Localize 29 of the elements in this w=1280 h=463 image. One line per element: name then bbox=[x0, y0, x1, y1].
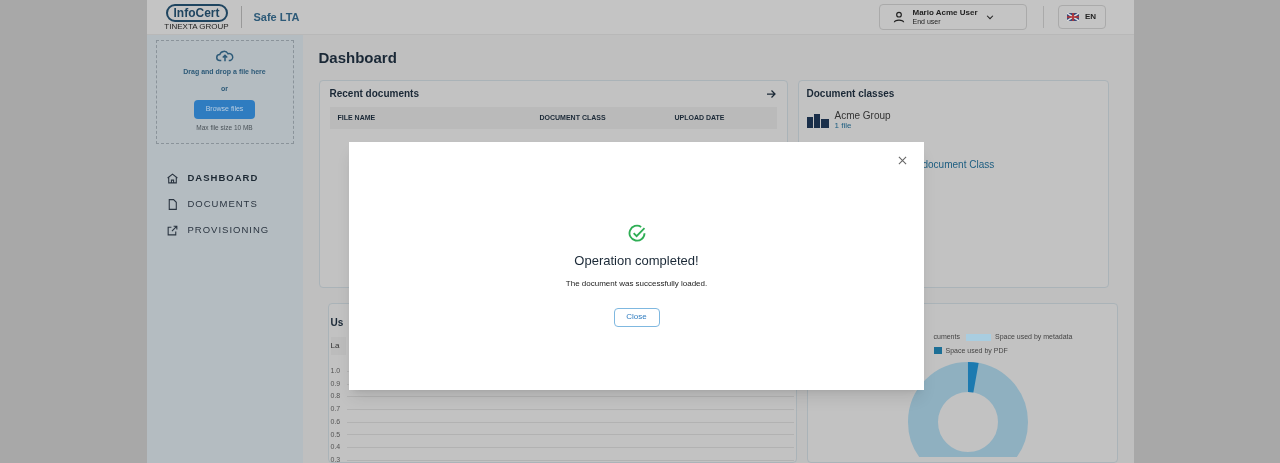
nav-item[interactable]: DASHBOARD bbox=[165, 170, 294, 186]
user-name: Mario Acme User bbox=[912, 8, 978, 17]
file-count: 1 file bbox=[834, 121, 853, 131]
cloud-upload-icon bbox=[215, 49, 234, 63]
class-name: Acme Group bbox=[834, 111, 891, 121]
period-select[interactable]: La bbox=[330, 337, 346, 355]
document-class-link[interactable]: document Class bbox=[922, 157, 1100, 172]
modal-title: Operation completed! bbox=[574, 252, 699, 270]
logo-subtitle: TINEXTA GROUP bbox=[164, 21, 229, 31]
logo: InfoCert bbox=[165, 3, 228, 22]
home-icon bbox=[165, 171, 179, 185]
product-name: Safe LTA bbox=[253, 9, 300, 25]
card-title: Recent documents bbox=[329, 87, 419, 101]
arrow-right-icon bbox=[764, 87, 777, 100]
page-title: Dashboard bbox=[318, 48, 398, 67]
buildings-icon bbox=[806, 114, 829, 128]
nav-item[interactable]: PROVISIONING bbox=[165, 222, 294, 238]
flag-icon bbox=[1066, 13, 1079, 21]
external-link-icon bbox=[165, 223, 179, 237]
chevron-down-icon bbox=[984, 12, 995, 22]
card-title: Us bbox=[330, 317, 344, 328]
check-circle-icon bbox=[626, 224, 647, 244]
close-button[interactable]: Close bbox=[613, 307, 660, 327]
language-button[interactable]: EN bbox=[1057, 5, 1106, 29]
user-icon bbox=[891, 10, 906, 24]
nav-item[interactable]: DOCUMENTS bbox=[165, 196, 294, 212]
close-icon[interactable] bbox=[898, 156, 907, 165]
modal-message: The document was successfully loaded. bbox=[565, 277, 708, 290]
card-title: Document classes bbox=[806, 87, 896, 101]
